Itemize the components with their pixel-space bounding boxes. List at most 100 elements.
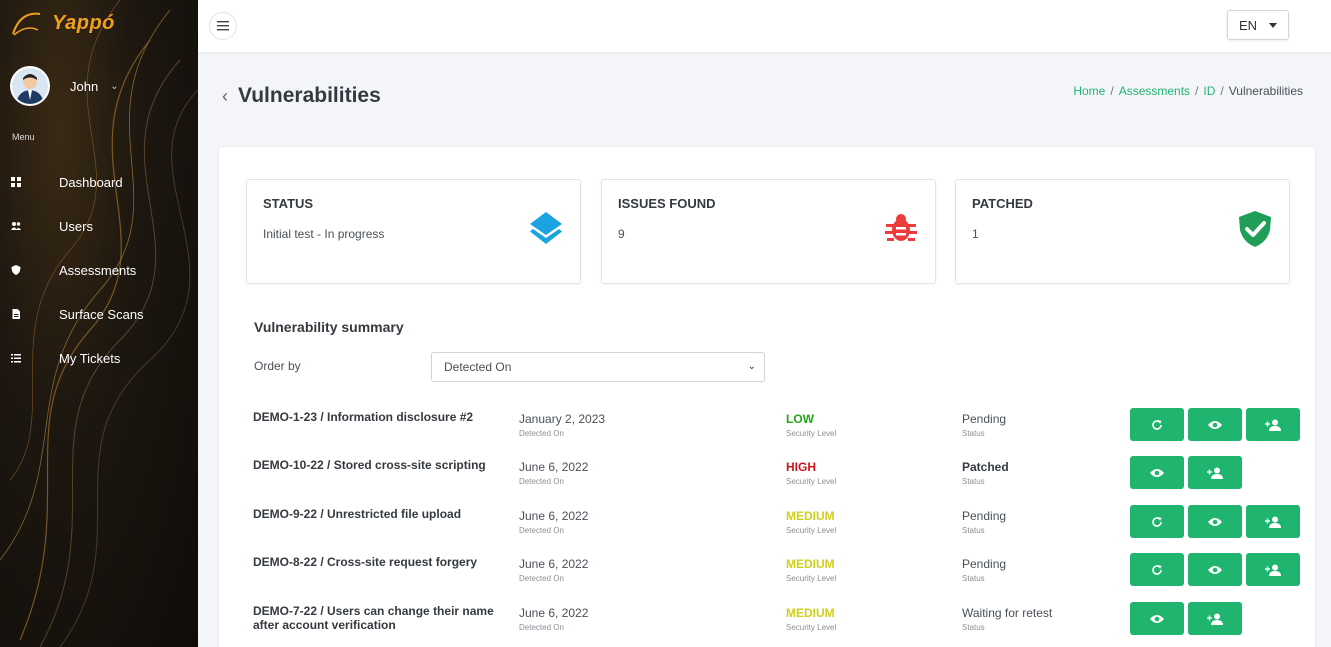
add-user-icon: [1207, 613, 1223, 625]
page-title: Vulnerabilities: [238, 84, 381, 107]
security-level: HIGH Security Level: [786, 460, 836, 486]
vulnerability-row: DEMO-7-22 / Users can change their name …: [219, 602, 1317, 647]
vulnerability-title[interactable]: DEMO-9-22 / Unrestricted file upload: [253, 507, 503, 521]
back-icon[interactable]: ‹: [222, 86, 228, 107]
assign-user-button[interactable]: [1246, 408, 1300, 441]
retest-button[interactable]: [1130, 408, 1184, 441]
breadcrumb-separator: /: [1220, 84, 1224, 98]
logo-text: Yappó: [52, 11, 115, 34]
shield-icon: [11, 265, 21, 275]
vulnerability-title[interactable]: DEMO-7-22 / Users can change their name …: [253, 604, 503, 632]
add-user-icon: [1207, 467, 1223, 479]
issues-card: ISSUES FOUND 9: [601, 179, 936, 284]
eye-icon: [1208, 420, 1222, 429]
language-value: EN: [1239, 17, 1258, 33]
sidebar-item-dashboard[interactable]: Dashboard: [0, 160, 198, 204]
vulnerability-title[interactable]: DEMO-1-23 / Information disclosure #2: [253, 410, 503, 424]
status-label: Status: [962, 574, 985, 583]
status-value: Pending: [962, 509, 1007, 523]
sidebar-item-users[interactable]: Users: [0, 204, 198, 248]
refresh-icon: [1152, 516, 1162, 527]
security-level-value: MEDIUM: [786, 557, 835, 571]
breadcrumb: Home / Assessments / ID / Vulnerabilities: [1073, 84, 1303, 98]
sidebar-item-surface-scans[interactable]: Surface Scans: [0, 292, 198, 336]
sidebar-item-my-tickets[interactable]: My Tickets: [0, 336, 198, 380]
assign-user-button[interactable]: [1188, 602, 1242, 635]
security-level-value: LOW: [786, 412, 814, 426]
language-select[interactable]: EN: [1227, 10, 1289, 40]
add-user-icon: [1265, 419, 1281, 431]
patched-card-value: 1: [972, 227, 979, 241]
row-actions: [1130, 602, 1242, 635]
vulnerability-date: January 2, 2023 Detected On: [519, 412, 605, 438]
user-menu[interactable]: John ⌄: [10, 66, 119, 106]
status-value: Pending: [962, 412, 1007, 426]
security-level-label: Security Level: [786, 429, 837, 438]
page-header: ‹ Vulnerabilities: [222, 84, 381, 108]
dashboard-icon: [11, 177, 21, 187]
security-level-value: MEDIUM: [786, 509, 835, 523]
order-by-label: Order by: [254, 359, 301, 373]
security-level-value: HIGH: [786, 460, 816, 474]
detected-on-label: Detected On: [519, 574, 564, 583]
row-actions: [1130, 456, 1242, 489]
security-level: MEDIUM Security Level: [786, 557, 836, 583]
vulnerability-title[interactable]: DEMO-10-22 / Stored cross-site scripting: [253, 458, 503, 472]
document-icon: [12, 309, 20, 319]
logo[interactable]: Yappó: [10, 8, 115, 38]
bug-icon: [885, 214, 917, 241]
detected-date: June 6, 2022: [519, 509, 589, 523]
assign-user-button[interactable]: [1188, 456, 1242, 489]
users-icon: [11, 222, 21, 230]
eye-icon: [1208, 565, 1222, 574]
status-value: Waiting for retest: [962, 606, 1053, 620]
status-card-title: STATUS: [263, 196, 314, 211]
retest-button[interactable]: [1130, 553, 1184, 586]
vulnerability-status: Patched Status: [962, 460, 1009, 486]
assign-user-button[interactable]: [1246, 505, 1300, 538]
detected-date: June 6, 2022: [519, 557, 589, 571]
security-level-label: Security Level: [786, 526, 837, 535]
vulnerability-date: June 6, 2022 Detected On: [519, 557, 588, 583]
security-level-label: Security Level: [786, 623, 837, 632]
sidebar-item-label: My Tickets: [59, 350, 121, 366]
status-card-value: Initial test - In progress: [263, 227, 385, 241]
user-avatar-icon: [16, 74, 44, 104]
chevron-down-icon: ⌄: [110, 80, 119, 92]
detected-on-label: Detected On: [519, 477, 564, 486]
vulnerability-title[interactable]: DEMO-8-22 / Cross-site request forgery: [253, 555, 503, 569]
detected-on-label: Detected On: [519, 623, 564, 632]
view-button[interactable]: [1130, 602, 1184, 635]
view-button[interactable]: [1130, 456, 1184, 489]
security-level-label: Security Level: [786, 574, 837, 583]
user-name: John: [70, 78, 99, 94]
assign-user-button[interactable]: [1246, 553, 1300, 586]
view-button[interactable]: [1188, 408, 1242, 441]
order-by-select[interactable]: Detected On ⌄: [431, 352, 765, 382]
breadcrumb-id[interactable]: ID: [1203, 84, 1215, 98]
vulnerability-date: June 6, 2022 Detected On: [519, 509, 588, 535]
detected-date: June 6, 2022: [519, 606, 589, 620]
retest-button[interactable]: [1130, 505, 1184, 538]
status-card: STATUS Initial test - In progress: [246, 179, 581, 284]
vulnerability-row: DEMO-10-22 / Stored cross-site scripting…: [219, 456, 1317, 506]
sidebar-item-label: Surface Scans: [59, 306, 144, 322]
detected-on-label: Detected On: [519, 429, 564, 438]
menu-toggle-button[interactable]: [209, 12, 237, 40]
vulnerability-status: Pending Status: [962, 557, 1006, 583]
refresh-icon: [1152, 419, 1162, 430]
sidebar-item-label: Assessments: [59, 262, 137, 278]
vulnerability-row: DEMO-9-22 / Unrestricted file upload Jun…: [219, 505, 1317, 555]
security-level: MEDIUM Security Level: [786, 606, 836, 632]
view-button[interactable]: [1188, 505, 1242, 538]
sidebar-item-label: Users: [59, 218, 93, 234]
security-level: MEDIUM Security Level: [786, 509, 836, 535]
sidebar-item-assessments[interactable]: Assessments: [0, 248, 198, 292]
vulnerability-date: June 6, 2022 Detected On: [519, 606, 588, 632]
security-level-value: MEDIUM: [786, 606, 835, 620]
list-icon: [11, 354, 21, 363]
view-button[interactable]: [1188, 553, 1242, 586]
shield-check-icon: [1239, 211, 1271, 247]
breadcrumb-home[interactable]: Home: [1073, 84, 1105, 98]
breadcrumb-assessments[interactable]: Assessments: [1119, 84, 1190, 98]
